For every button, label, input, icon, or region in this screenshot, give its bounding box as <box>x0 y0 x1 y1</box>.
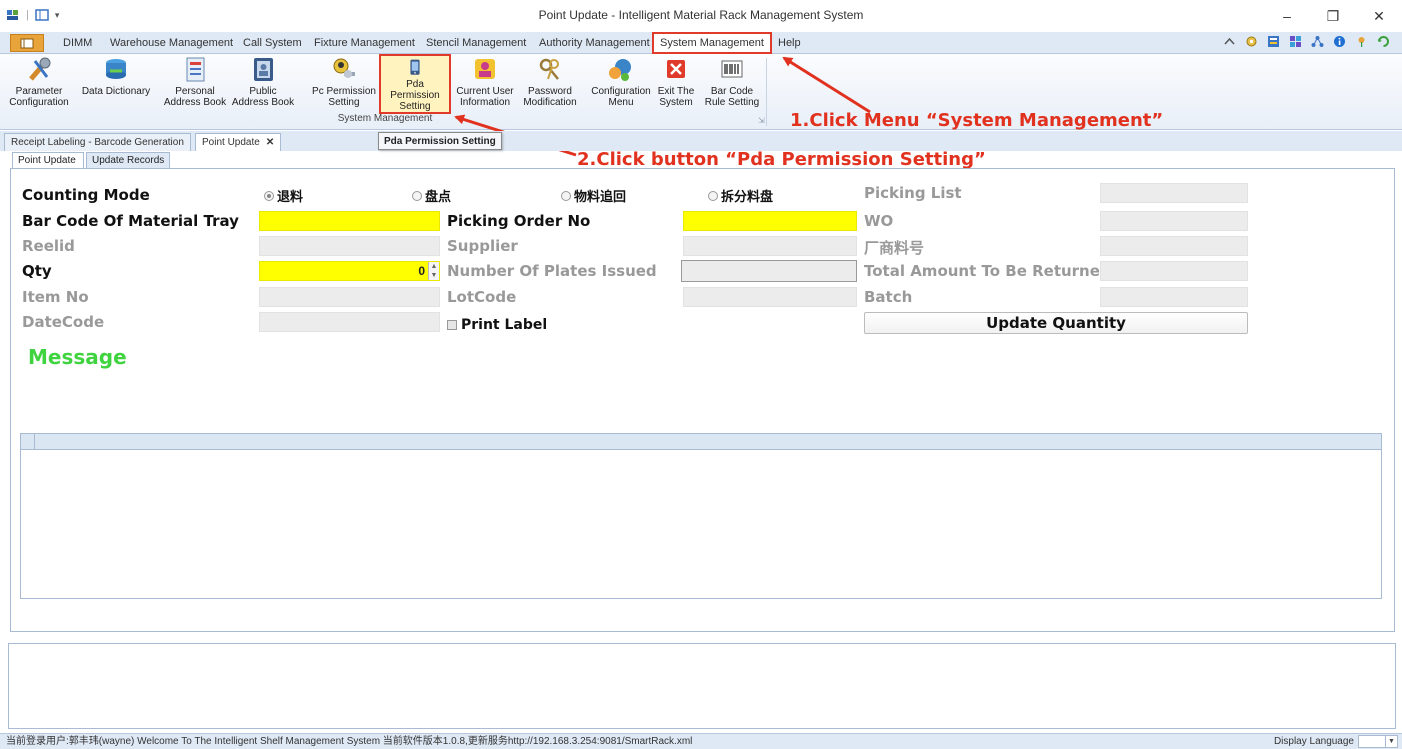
mode-radio-2[interactable]: 盘点 <box>412 186 451 205</box>
print-label-checkbox[interactable]: Print Label <box>447 317 547 333</box>
subtab-update-records[interactable]: Update Records <box>86 152 170 169</box>
mode-radio-3[interactable]: 物料追回 <box>561 186 626 205</box>
radio-label: 退料 <box>277 189 304 204</box>
bar-code-input[interactable] <box>259 211 440 231</box>
radio-dot <box>412 190 422 201</box>
qty-value: 0 <box>418 264 425 278</box>
picking-list-field[interactable] <box>1100 183 1248 203</box>
checkbox-label: Print Label <box>461 317 548 333</box>
checkbox-box <box>447 320 457 330</box>
total-returned-label: Total Amount To Be Returned <box>864 262 1111 280</box>
tab-label: Point Update <box>202 137 260 148</box>
plates-issued-field[interactable] <box>681 260 857 282</box>
grid-header <box>21 434 1381 450</box>
bar-code-label: Bar Code Of Material Tray <box>22 212 239 230</box>
lotcode-field[interactable] <box>683 287 857 307</box>
mode-radio-4[interactable]: 拆分料盘 <box>708 186 773 205</box>
grid-corner-cell[interactable] <box>21 434 35 449</box>
reelid-label: Reelid <box>22 237 75 255</box>
radio-label: 盘点 <box>425 189 452 204</box>
display-language-label: Display Language <box>1273 736 1354 747</box>
picking-order-input[interactable] <box>683 211 857 231</box>
qty-stepper[interactable]: 0 ▲ ▼ <box>259 261 440 281</box>
data-grid[interactable] <box>20 433 1382 599</box>
annotation-arrow-1 <box>782 56 871 114</box>
spinner-arrows-icon[interactable]: ▲ ▼ <box>428 262 439 280</box>
radio-label: 物料追回 <box>574 189 627 204</box>
radio-dot <box>264 190 274 201</box>
display-language-select[interactable]: ▼ <box>1358 735 1398 748</box>
radio-label: 拆分料盘 <box>721 189 774 204</box>
batch-label: Batch <box>864 288 913 306</box>
supplier-field[interactable] <box>683 236 857 256</box>
dropdown-arrow-icon[interactable]: ▼ <box>1385 736 1397 747</box>
datecode-label: DateCode <box>22 313 105 331</box>
plates-issued-label: Number Of Plates Issued <box>447 262 657 280</box>
document-tab-bar: Receipt Labeling - Barcode Generation Po… <box>0 131 1402 151</box>
lotcode-label: LotCode <box>447 288 517 306</box>
qty-label: Qty <box>22 262 52 280</box>
radio-dot <box>708 190 718 201</box>
annotation-step-2: 2.Click button “Pda Permission Setting” <box>577 149 986 170</box>
batch-field[interactable] <box>1100 287 1248 307</box>
subtab-point-update[interactable]: Point Update <box>12 152 84 169</box>
radio-dot <box>561 190 571 201</box>
close-tab-icon[interactable]: ✕ <box>266 137 274 148</box>
reelid-field[interactable] <box>259 236 440 256</box>
status-text: 当前登录用户:郭丰玮(wayne) Welcome To The Intelli… <box>6 736 693 747</box>
tooltip: Pda Permission Setting <box>378 132 502 150</box>
counting-mode-label: Counting Mode <box>22 186 150 204</box>
supplier-label: Supplier <box>447 237 518 255</box>
tab-receipt-labeling[interactable]: Receipt Labeling - Barcode Generation <box>4 133 191 151</box>
picking-order-label: Picking Order No <box>447 212 591 230</box>
message-label: Message <box>28 345 127 369</box>
datecode-field[interactable] <box>259 312 440 332</box>
bottom-panel <box>8 643 1396 729</box>
tab-point-update[interactable]: Point Update ✕ <box>195 133 282 151</box>
status-bar: 当前登录用户:郭丰玮(wayne) Welcome To The Intelli… <box>0 733 1402 749</box>
item-no-field[interactable] <box>259 287 440 307</box>
item-no-label: Item No <box>22 288 89 306</box>
total-returned-field[interactable] <box>1100 261 1248 281</box>
picking-list-label: Picking List <box>864 184 962 202</box>
tab-label: Receipt Labeling - Barcode Generation <box>11 137 184 148</box>
annotation-step-1: 1.Click Menu “System Management” <box>790 110 1164 131</box>
update-quantity-button[interactable]: Update Quantity <box>864 312 1248 334</box>
vendor-part-field[interactable] <box>1100 236 1248 256</box>
wo-field[interactable] <box>1100 211 1248 231</box>
wo-label: WO <box>864 212 894 230</box>
vendor-part-label: 厂商料号 <box>864 239 925 257</box>
mode-radio-1[interactable]: 退料 <box>264 186 303 205</box>
